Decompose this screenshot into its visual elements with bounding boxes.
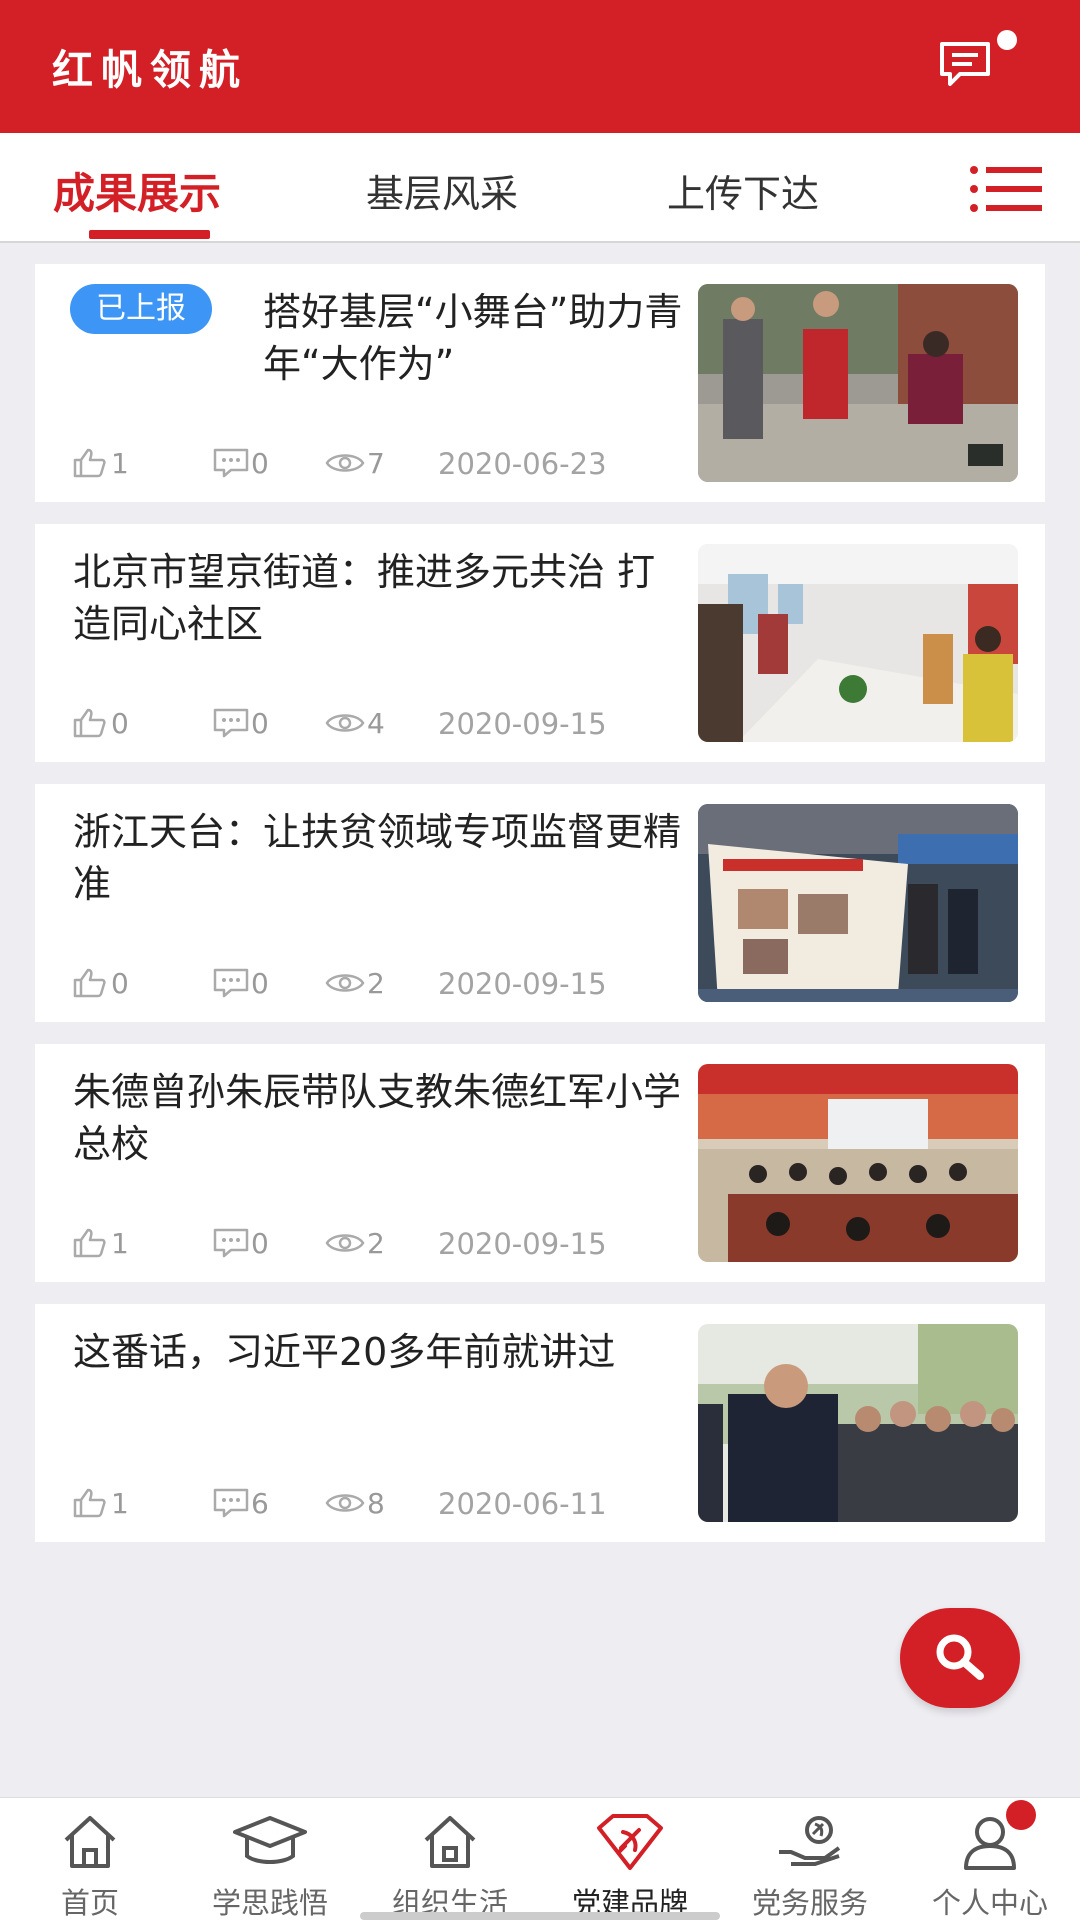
app-title: 红帆领航 (52, 46, 248, 94)
views-count: 2 (367, 967, 385, 1000)
article-stats: 1 0 7 (73, 446, 713, 482)
comments-count: 0 (251, 1227, 269, 1260)
nav-organization[interactable]: 组织生活 (360, 1798, 540, 1920)
home-icon (64, 1816, 116, 1868)
article-thumbnail (698, 544, 1018, 742)
article-thumbnail (698, 1064, 1018, 1262)
comment-icon (213, 448, 249, 478)
search-icon (936, 1634, 984, 1680)
eye-icon (325, 1234, 365, 1252)
party-emblem-icon (597, 1814, 663, 1870)
comment-icon (213, 968, 249, 998)
nav-home-label: 首页 (60, 1886, 119, 1920)
active-tab-indicator (89, 230, 210, 239)
views-count: 4 (367, 707, 385, 740)
tab-grassroots[interactable]: 基层风采 (366, 163, 518, 218)
thumbs-up-icon (73, 1488, 106, 1518)
eye-icon (325, 454, 365, 472)
article-card[interactable]: 朱德曾孙朱辰带队支教朱德红军小学总校 1 0 2 2020-09-15 (35, 1044, 1045, 1282)
nav-profile[interactable]: 个人中心 (900, 1798, 1080, 1920)
article-date: 2020-06-11 (438, 1487, 607, 1521)
thumbs-up-icon (73, 1228, 106, 1258)
article-card[interactable]: 浙江天台：让扶贫领域专项监督更精准 0 0 2 2020-09-15 (35, 784, 1045, 1022)
views-count: 2 (367, 1227, 385, 1260)
likes-count: 1 (111, 1487, 129, 1520)
nav-party-brand[interactable]: 党建品牌 (540, 1798, 720, 1920)
article-title: 这番话，习近平20多年前就讲过 (73, 1330, 616, 1374)
thumbs-up-icon (73, 708, 106, 738)
comments-count: 0 (251, 967, 269, 1000)
house-icon (424, 1816, 476, 1868)
nav-study[interactable]: 学思践悟 (180, 1798, 360, 1920)
article-date: 2020-06-23 (438, 447, 607, 481)
search-button[interactable] (900, 1608, 1020, 1708)
nav-party-service[interactable]: 党务服务 (720, 1798, 900, 1920)
comment-icon (213, 1488, 249, 1518)
unread-dot (997, 30, 1017, 50)
comments-count: 6 (251, 1487, 269, 1520)
article-thumbnail (698, 804, 1018, 1002)
views-count: 8 (367, 1487, 385, 1520)
menu-icon[interactable] (970, 166, 1042, 212)
likes-count: 1 (111, 1227, 129, 1260)
notification-badge (1006, 1800, 1036, 1830)
article-title: 北京市望京街道：推进多元共治 打造同心社区 (73, 550, 656, 646)
thumbs-up-icon (73, 448, 106, 478)
home-indicator (360, 1912, 720, 1920)
article-stats: 1 6 8 (73, 1486, 713, 1522)
article-date: 2020-09-15 (438, 707, 607, 741)
article-title: 浙江天台：让扶贫领域专项监督更精准 (73, 810, 682, 906)
article-list: 已上报 搭好基层“小舞台”助力青年“大作为” 1 0 7 2020-06-23 (35, 264, 1045, 1564)
bottom-navigation: 首页 学思践悟 组织生活 党建品牌 党务服务 个人中心 (0, 1797, 1080, 1920)
likes-count: 0 (111, 707, 129, 740)
article-title: 朱德曾孙朱辰带队支教朱德红军小学总校 (73, 1070, 682, 1166)
status-badge: 已上报 (70, 284, 212, 334)
article-stats: 0 0 4 (73, 706, 713, 742)
comments-count: 0 (251, 447, 269, 480)
article-card[interactable]: 北京市望京街道：推进多元共治 打造同心社区 0 0 4 2020-09-15 (35, 524, 1045, 762)
nav-study-label: 学思践悟 (211, 1886, 328, 1920)
category-tabs: 成果展示 基层风采 上传下达 (0, 133, 1080, 243)
hand-service-icon (779, 1816, 841, 1866)
graduation-cap-icon (233, 1816, 307, 1864)
tab-achievements[interactable]: 成果展示 (53, 160, 221, 221)
article-thumbnail (698, 1324, 1018, 1522)
article-card[interactable]: 已上报 搭好基层“小舞台”助力青年“大作为” 1 0 7 2020-06-23 (35, 264, 1045, 502)
comments-count: 0 (251, 707, 269, 740)
nav-party-service-label: 党务服务 (751, 1886, 868, 1920)
comment-icon (213, 1228, 249, 1258)
likes-count: 0 (111, 967, 129, 1000)
article-stats: 1 0 2 (73, 1226, 713, 1262)
app-header: 红帆领航 (0, 0, 1080, 133)
article-title: 搭好基层“小舞台”助力青年“大作为” (263, 290, 683, 386)
article-card[interactable]: 这番话，习近平20多年前就讲过 1 6 8 2020-06-11 (35, 1304, 1045, 1542)
eye-icon (325, 714, 365, 732)
likes-count: 1 (111, 447, 129, 480)
nav-home[interactable]: 首页 (0, 1798, 180, 1920)
comment-icon (213, 708, 249, 738)
eye-icon (325, 974, 365, 992)
views-count: 7 (367, 447, 385, 480)
article-stats: 0 0 2 (73, 966, 713, 1002)
article-thumbnail (698, 284, 1018, 482)
article-date: 2020-09-15 (438, 1227, 607, 1261)
tab-announcements[interactable]: 上传下达 (667, 163, 819, 218)
message-icon[interactable] (938, 40, 992, 90)
eye-icon (325, 1494, 365, 1512)
thumbs-up-icon (73, 968, 106, 998)
article-date: 2020-09-15 (438, 967, 607, 1001)
nav-profile-label: 个人中心 (931, 1886, 1048, 1920)
